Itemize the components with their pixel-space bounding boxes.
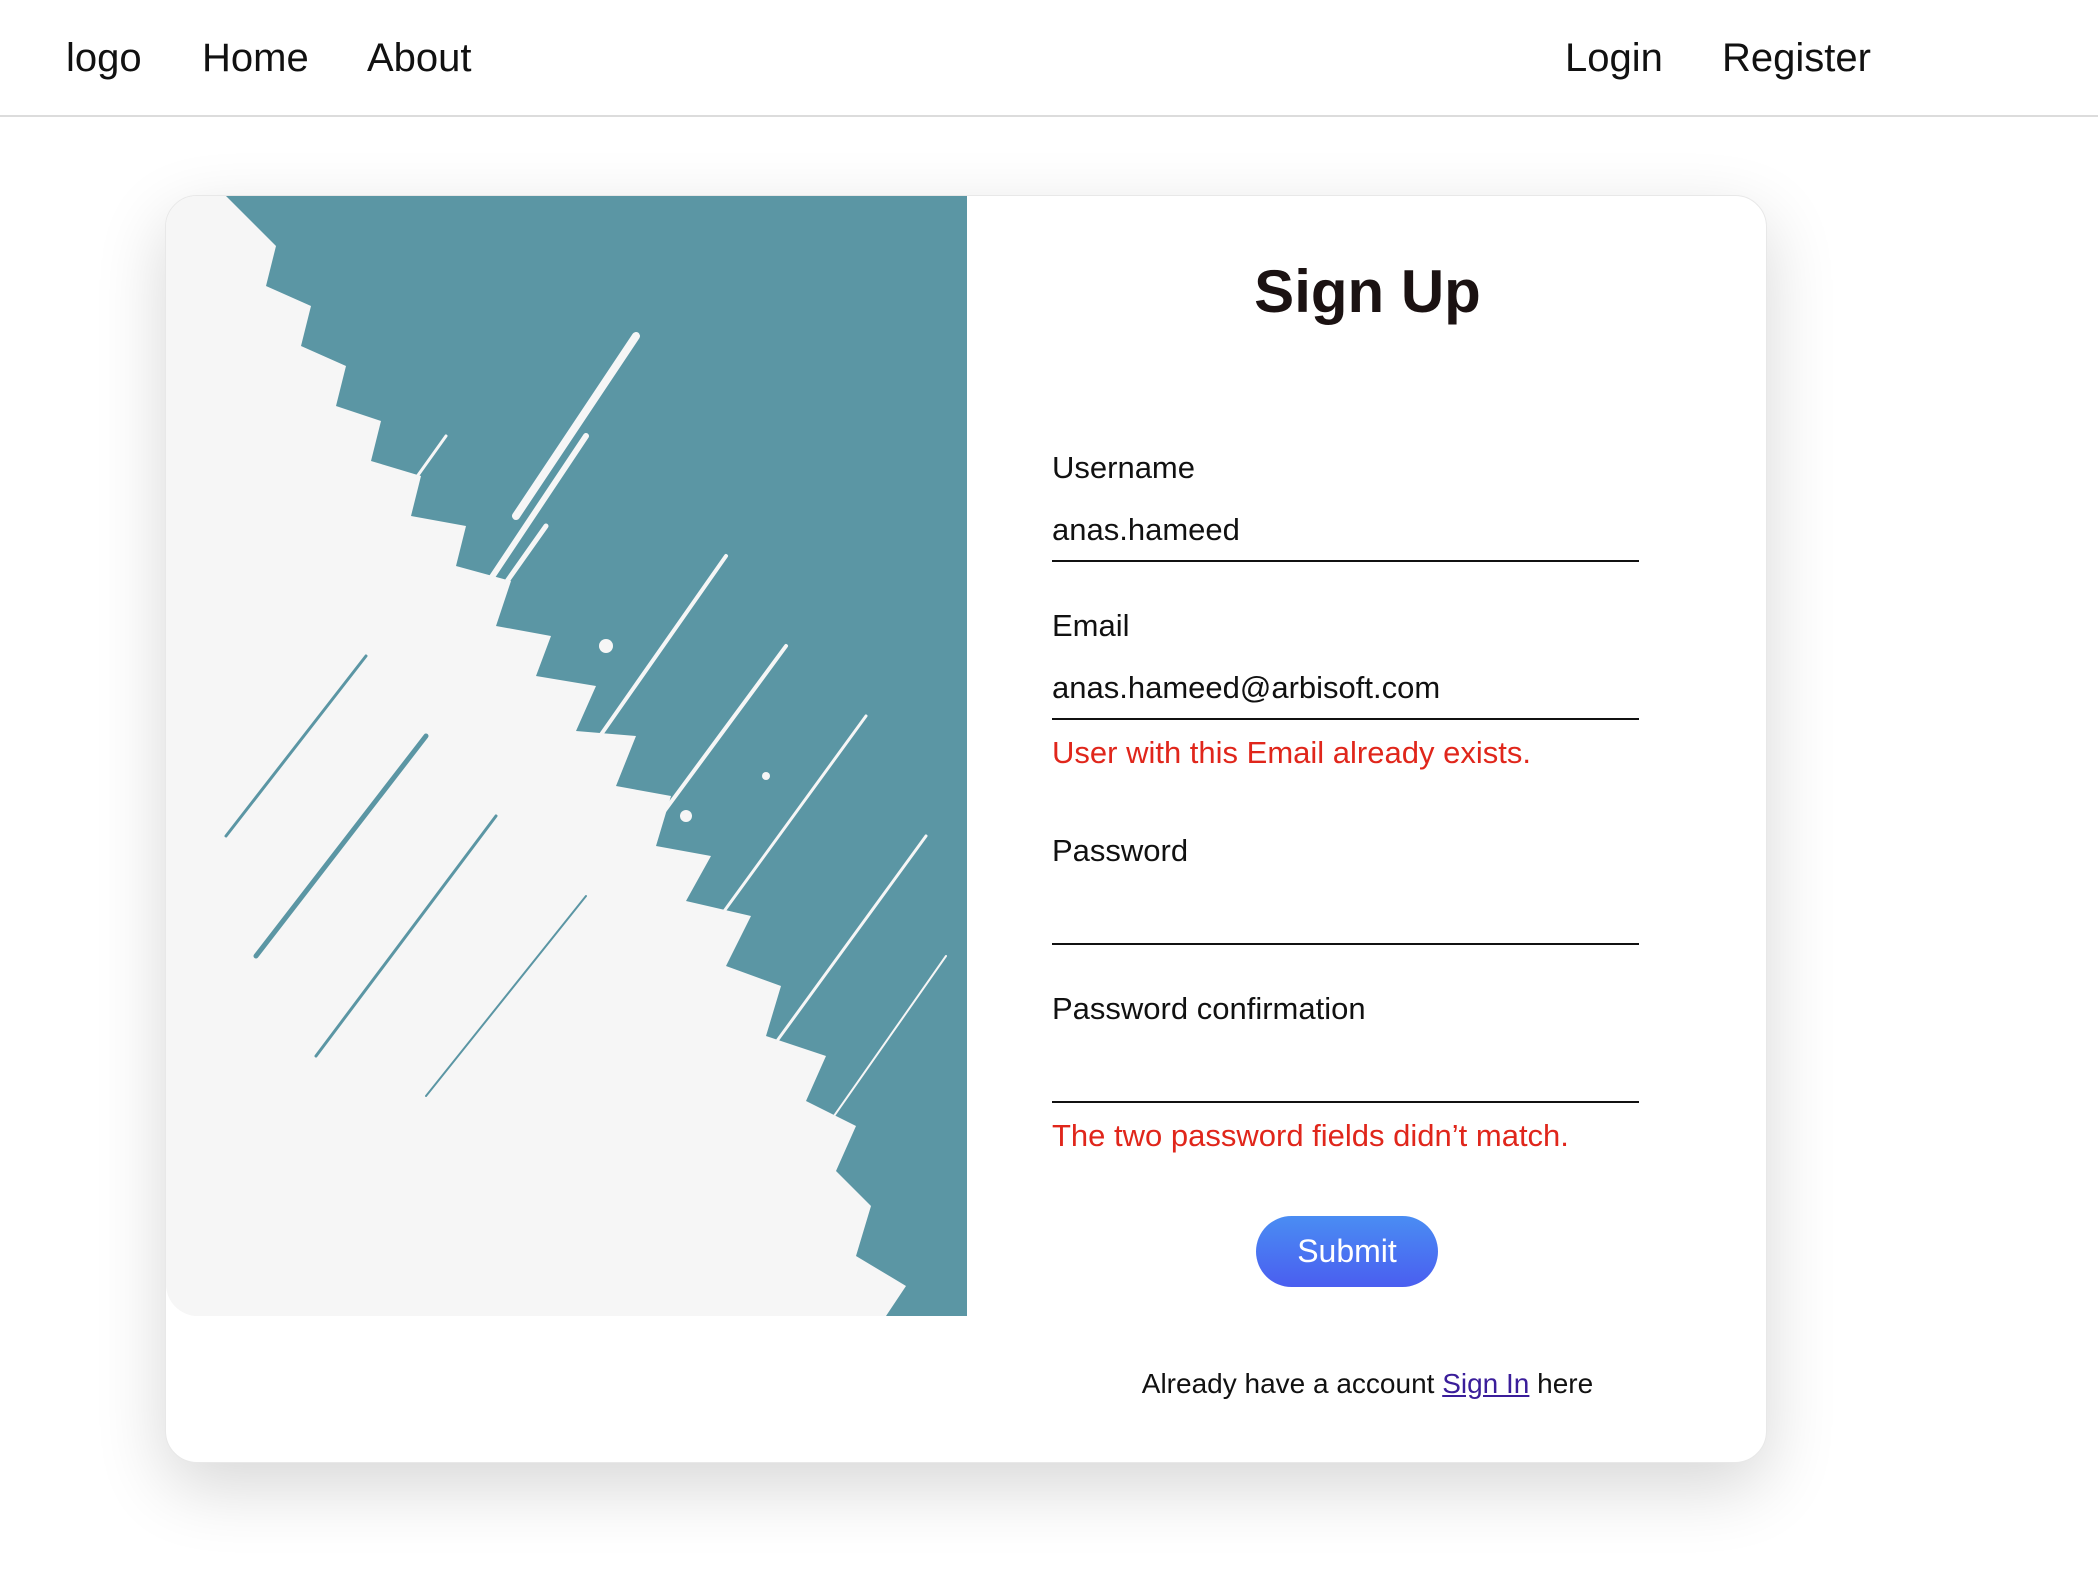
password-label: Password (1052, 833, 1189, 868)
brush-stroke-graphic (166, 196, 967, 1316)
password-field[interactable] (1052, 883, 1639, 945)
navbar: logo Home About Login Register (0, 0, 2098, 117)
decorative-brush-image (166, 196, 967, 1316)
signin-prompt-suffix: here (1537, 1368, 1594, 1399)
sign-in-link[interactable]: Sign In (1442, 1368, 1529, 1399)
nav-register-link[interactable]: Register (1722, 34, 1871, 82)
email-label: Email (1052, 608, 1130, 643)
username-field[interactable] (1052, 500, 1639, 562)
submit-button[interactable]: Submit (1256, 1216, 1438, 1287)
signup-form: Sign Up Username Email User with this Em… (967, 196, 1766, 1462)
nav-login-link[interactable]: Login (1565, 34, 1663, 82)
password-confirmation-label: Password confirmation (1052, 991, 1366, 1026)
password-error-message: The two password fields didn’t match. (1052, 1118, 1569, 1153)
username-label: Username (1052, 450, 1195, 485)
nav-logo[interactable]: logo (66, 34, 142, 82)
email-error-message: User with this Email already exists. (1052, 735, 1531, 770)
password-confirmation-field[interactable] (1052, 1041, 1639, 1103)
signup-card: Sign Up Username Email User with this Em… (165, 195, 1767, 1463)
signin-prompt: Already have a account Sign In here (967, 1366, 1766, 1402)
nav-about-link[interactable]: About (367, 34, 472, 82)
signin-prompt-prefix: Already have a account (1141, 1368, 1435, 1399)
page-title: Sign Up (1254, 258, 1481, 325)
nav-home-link[interactable]: Home (202, 34, 309, 82)
email-field[interactable] (1052, 658, 1639, 720)
